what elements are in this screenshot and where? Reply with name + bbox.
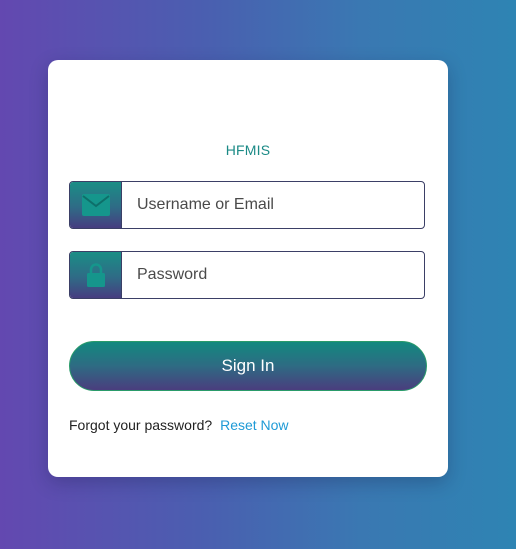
- envelope-icon: [70, 182, 122, 228]
- lock-icon: [70, 252, 122, 298]
- forgot-password-text: Forgot your password?: [69, 417, 213, 433]
- username-field[interactable]: [69, 181, 425, 229]
- app-title: HFMIS: [225, 142, 271, 158]
- login-card: HFMIS Sign In Forgot your password? Rese…: [48, 60, 448, 477]
- password-input[interactable]: [122, 252, 424, 298]
- sign-in-button[interactable]: Sign In: [69, 341, 427, 391]
- password-field[interactable]: [69, 251, 425, 299]
- username-input[interactable]: [122, 182, 424, 228]
- reset-now-link[interactable]: Reset Now: [220, 417, 288, 433]
- forgot-password-row: Forgot your password? Reset Now: [69, 417, 289, 433]
